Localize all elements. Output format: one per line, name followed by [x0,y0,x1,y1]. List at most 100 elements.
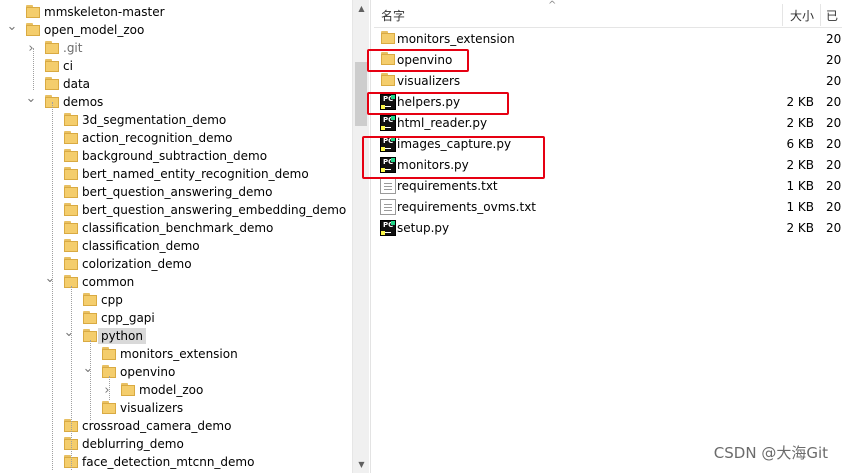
tree-item-label: ci [63,59,73,73]
tree-item[interactable]: ⌄ open_model_zoo [0,19,352,39]
scroll-up-arrow-icon[interactable]: ▲ [353,0,370,17]
column-separator[interactable] [782,4,783,26]
sort-caret-icon: ^ [548,0,557,11]
folder-icon [25,5,41,19]
tree-item-label: monitors_extension [120,347,238,361]
file-date: 20 [826,95,842,109]
folder-icon [63,149,79,163]
column-header-date[interactable]: 已 [826,8,838,24]
tree-item-label: face_detection_mtcnn_demo [82,455,255,469]
folder-icon [44,77,60,91]
file-date: 20 [826,32,842,46]
chevron-right-icon[interactable]: › [25,41,37,56]
tree-guide-line [33,48,34,90]
folder-icon [82,293,98,307]
tree-item-label: python [98,328,146,344]
folder-icon [63,167,79,181]
tree-item-label: bert_question_answering_demo [82,185,273,199]
scroll-thumb[interactable] [355,62,367,126]
highlight-box-capture-monitors [362,136,545,179]
file-size: 2 KB [786,95,814,109]
file-size: 1 KB [786,179,814,193]
column-header-name[interactable]: 名字 [381,8,405,24]
folder-icon [101,401,117,415]
tree-item-label: background_subtraction_demo [82,149,268,163]
tree-item-label: demos [63,95,104,109]
file-size: 2 KB [786,221,814,235]
list-item[interactable]: monitors_extension 20 [374,29,842,50]
tree-item[interactable]: ci [0,57,352,75]
tree-item-label: common [82,275,135,289]
list-item[interactable]: visualizers 20 [374,71,842,92]
tree-item-label: visualizers [120,401,184,415]
chevron-down-icon[interactable]: ⌄ [6,19,18,34]
pycharm-file-icon: PC [380,220,396,236]
folder-icon [63,221,79,235]
folder-icon [63,257,79,271]
file-date: 20 [826,179,842,193]
list-item[interactable]: requirements_ovms.txt 1 KB 20 [374,197,842,218]
tree-item-label: 3d_segmentation_demo [82,113,227,127]
list-item[interactable]: PC setup.py 2 KB 20 [374,218,842,239]
file-date: 20 [826,200,842,214]
tree-item-label: model_zoo [139,383,204,397]
folder-icon [63,185,79,199]
folder-icon [25,23,41,37]
folder-icon [63,203,79,217]
column-separator[interactable] [820,4,821,26]
folder-icon [120,383,136,397]
file-date: 20 [826,116,842,130]
tree-item[interactable]: › .git [0,39,352,57]
chevron-down-icon[interactable]: ⌄ [82,361,94,376]
chevron-down-icon[interactable]: ⌄ [44,271,56,286]
list-item[interactable]: requirements.txt 1 KB 20 [374,176,842,197]
file-name: requirements_ovms.txt [397,200,537,214]
file-size: 1 KB [786,200,814,214]
column-header-size[interactable]: 大小 [790,8,814,24]
folder-icon [101,347,117,361]
file-date: 20 [826,158,842,172]
tree-item[interactable]: mmskeleton-master [0,3,352,21]
file-date: 20 [826,53,842,67]
tree-guide-line [52,102,53,470]
folder-icon [63,239,79,253]
text-file-icon [380,199,396,215]
tree-item-label: mmskeleton-master [44,5,165,19]
tree-item-label: openvino [120,365,176,379]
file-size [754,73,814,90]
tree-item-label: cpp [101,293,123,307]
folder-icon [63,113,79,127]
tree-item-label: data [63,77,91,91]
text-file-icon [380,178,396,194]
chevron-right-icon[interactable]: › [101,383,113,398]
tree-item-label: bert_question_answering_embedding_demo [82,203,347,217]
file-size [754,31,814,48]
tree-item-label: action_recognition_demo [82,131,233,145]
file-size: 2 KB [786,116,814,130]
tree-item-label: .git [63,41,83,55]
file-size: 6 KB [786,137,814,151]
highlight-box-openvino [367,49,469,72]
folder-tree: mmskeleton-master ⌄ open_model_zoo › .git ci d… [0,0,352,473]
file-name: requirements.txt [397,179,498,193]
watermark: CSDN @大海Git [713,444,828,462]
folder-icon [63,131,79,145]
file-name: html_reader.py [397,116,488,130]
chevron-down-icon[interactable]: ⌄ [25,91,37,106]
folder-icon [380,31,396,47]
chevron-down-icon[interactable]: ⌄ [63,325,75,340]
tree-item-label: open_model_zoo [44,23,145,37]
folder-icon [380,73,396,89]
list-item[interactable]: PC html_reader.py 2 KB 20 [374,113,842,134]
tree-item-label: classification_demo [82,239,200,253]
pycharm-file-icon: PC [380,115,396,131]
file-date: 20 [826,137,842,151]
highlight-box-helpers [367,92,509,115]
tree-guide-line [71,286,72,470]
scroll-down-arrow-icon[interactable]: ▼ [353,456,370,473]
file-size [754,52,814,69]
tree-item-label: colorization_demo [82,257,192,271]
tree-item[interactable]: data [0,75,352,93]
file-date: 20 [826,221,842,235]
file-size: 2 KB [786,158,814,172]
